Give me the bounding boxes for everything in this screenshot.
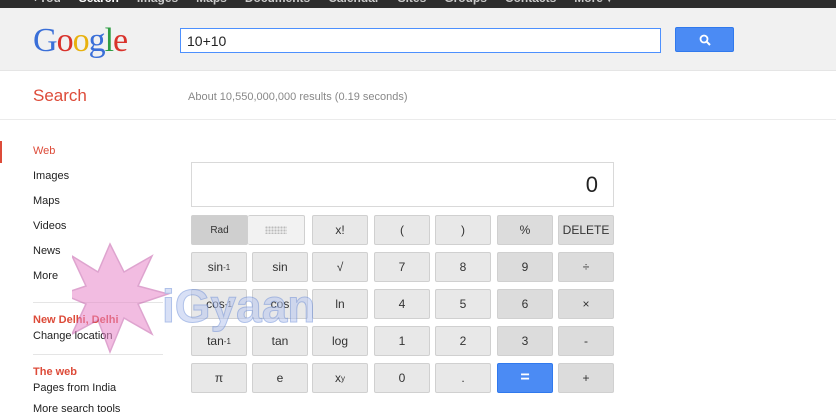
- calc-key[interactable]: ): [435, 215, 491, 245]
- calc-key[interactable]: (: [374, 215, 430, 245]
- calc-key[interactable]: 6: [497, 289, 553, 319]
- calc-key-tan-inverse[interactable]: tan -1: [191, 326, 247, 356]
- page-title: Search: [33, 86, 87, 105]
- calc-key-sin-inverse[interactable]: sin -1: [191, 252, 247, 282]
- top-nav-item[interactable]: +You: [32, 0, 61, 5]
- degree-toggle-grip-icon: [265, 226, 287, 234]
- calc-key[interactable]: cos: [252, 289, 308, 319]
- web-heading[interactable]: The web: [33, 366, 77, 378]
- calc-key[interactable]: π: [191, 363, 247, 393]
- calc-key[interactable]: DELETE: [558, 215, 614, 245]
- calc-key[interactable]: Rad: [191, 215, 248, 245]
- sidebar-item-news[interactable]: News: [33, 245, 61, 257]
- calc-key[interactable]: e: [252, 363, 308, 393]
- calc-key[interactable]: =: [497, 363, 553, 393]
- top-nav-items: +You Search Images Maps Documents Calendar Sit…: [32, 0, 630, 5]
- calc-key[interactable]: 3: [497, 326, 553, 356]
- active-indicator: [0, 141, 2, 163]
- top-nav-item[interactable]: Documents: [245, 0, 310, 5]
- top-nav-item[interactable]: Search: [79, 0, 119, 5]
- calc-key[interactable]: 2: [435, 326, 491, 356]
- sidebar-divider: [33, 302, 163, 303]
- calc-key[interactable]: ln: [312, 289, 368, 319]
- calc-key[interactable]: ×: [558, 289, 614, 319]
- calc-key[interactable]: ÷: [558, 252, 614, 282]
- top-nav-item[interactable]: Calendar: [328, 0, 379, 5]
- top-nav-item[interactable]: Images: [137, 0, 178, 5]
- calc-key[interactable]: 9: [497, 252, 553, 282]
- calc-key[interactable]: tan: [252, 326, 308, 356]
- calc-key[interactable]: 8: [435, 252, 491, 282]
- search-input[interactable]: [180, 28, 661, 53]
- top-nav-item[interactable]: Groups: [444, 0, 487, 5]
- calc-key[interactable]: 7: [374, 252, 430, 282]
- top-nav-item[interactable]: Sites: [398, 0, 427, 5]
- calc-key[interactable]: 5: [435, 289, 491, 319]
- results-subheader: Search About 10,550,000,000 results (0.1…: [0, 72, 836, 120]
- calc-key[interactable]: log: [312, 326, 368, 356]
- calc-key[interactable]: .: [435, 363, 491, 393]
- calc-key[interactable]: 4: [374, 289, 430, 319]
- location-heading: New Delhi, Delhi: [33, 314, 119, 326]
- calc-key-deg-toggle[interactable]: [248, 215, 305, 245]
- calc-key[interactable]: 1: [374, 326, 430, 356]
- calc-key[interactable]: sin: [252, 252, 308, 282]
- calculator-display: 0: [191, 162, 614, 207]
- magnifier-icon: [699, 34, 711, 46]
- search-header: Google: [0, 8, 836, 71]
- sidebar-item-maps[interactable]: Maps: [33, 195, 60, 207]
- calc-key[interactable]: x!: [312, 215, 368, 245]
- more-search-tools-link[interactable]: More search tools: [33, 403, 120, 415]
- calc-key[interactable]: %: [497, 215, 553, 245]
- calc-key[interactable]: √: [312, 252, 368, 282]
- calc-key[interactable]: +: [558, 363, 614, 393]
- result-stats: About 10,550,000,000 results (0.19 secon…: [188, 91, 408, 103]
- pages-from-india-link[interactable]: Pages from India: [33, 382, 116, 394]
- sidebar-item-images[interactable]: Images: [33, 170, 69, 182]
- top-navigation-bar: +You Search Images Maps Documents Calendar Sit…: [0, 0, 836, 8]
- sidebar-divider: [33, 354, 163, 355]
- top-nav-item[interactable]: More ▾: [574, 0, 612, 5]
- calc-key-power[interactable]: xy: [312, 363, 368, 393]
- calc-key-cos-inverse[interactable]: cos -1: [191, 289, 247, 319]
- change-location-link[interactable]: Change location: [33, 330, 113, 342]
- sidebar-item-web[interactable]: Web: [33, 145, 55, 157]
- sidebar-item-videos[interactable]: Videos: [33, 220, 66, 232]
- calc-key[interactable]: 0: [374, 363, 430, 393]
- calculator-display-value: 0: [585, 172, 598, 197]
- calc-key[interactable]: -: [558, 326, 614, 356]
- google-logo[interactable]: Google: [33, 22, 128, 60]
- search-button[interactable]: [675, 27, 734, 52]
- sidebar-item-more[interactable]: More: [33, 270, 58, 282]
- top-nav-item[interactable]: Contacts: [505, 0, 556, 5]
- top-nav-item[interactable]: Maps: [196, 0, 227, 5]
